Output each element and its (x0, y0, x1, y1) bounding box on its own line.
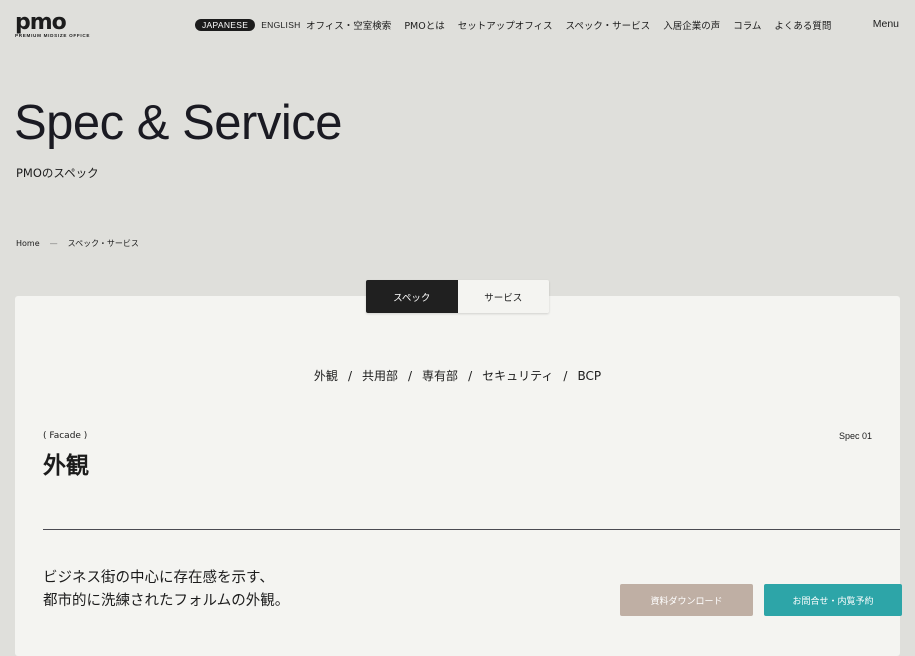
breadcrumb-current: スペック・サービス (67, 239, 139, 248)
anchor-separator: / (563, 369, 568, 383)
logo-subtitle: PREMIUM MIDSIZE OFFICE (15, 33, 91, 38)
download-materials-button[interactable]: 資料ダウンロード (620, 584, 753, 616)
page-title: Spec & Service (14, 96, 343, 150)
section-lead-line-1: ビジネス街の中心に存在感を示す、 (43, 570, 274, 586)
language-english[interactable]: ENGLISH (261, 20, 300, 30)
anchor-separator: / (468, 369, 473, 383)
menu-button[interactable]: Menu (873, 18, 899, 30)
anchor-common-area[interactable]: 共用部 (362, 367, 398, 384)
main-nav: オフィス・空室検索 PMOとは セットアップオフィス スペック・サービス 入居企… (306, 18, 831, 32)
breadcrumb-home[interactable]: Home (16, 239, 40, 248)
anchor-security[interactable]: セキュリティ (482, 367, 553, 384)
section-lead-line-2: 都市的に洗練されたフォルムの外観。 (43, 593, 290, 609)
nav-item-faq[interactable]: よくある質問 (774, 18, 831, 32)
anchor-bcp[interactable]: BCP (577, 369, 601, 383)
section-number: Spec 01 (838, 431, 872, 441)
nav-item-voices[interactable]: 入居企業の声 (663, 18, 720, 32)
section-label-en: ( Facade ) (43, 431, 88, 441)
nav-item-setup-office[interactable]: セットアップオフィス (458, 18, 553, 32)
section-anchor-nav: 外観 / 共用部 / 専有部 / セキュリティ / BCP (0, 367, 915, 384)
anchor-separator: / (347, 369, 352, 383)
breadcrumb-separator: — (49, 239, 58, 248)
nav-item-office-search[interactable]: オフィス・空室検索 (306, 18, 391, 32)
tab-spec[interactable]: スペック (366, 280, 458, 313)
tab-bar: スペック サービス (366, 280, 549, 313)
breadcrumb: Home — スペック・サービス (16, 238, 139, 249)
section-divider (43, 529, 900, 530)
language-japanese[interactable]: JAPANESE (195, 19, 256, 31)
anchor-separator: / (408, 369, 413, 383)
anchor-private-area[interactable]: 専有部 (422, 367, 458, 384)
language-switcher: JAPANESE ENGLISH (195, 19, 301, 31)
nav-item-spec-service[interactable]: スペック・サービス (566, 18, 651, 32)
logo[interactable]: pmo PREMIUM MIDSIZE OFFICE (15, 10, 105, 39)
page-subtitle: PMOのスペック (16, 166, 99, 180)
nav-item-about[interactable]: PMOとは (404, 18, 444, 32)
nav-item-column[interactable]: コラム (733, 18, 761, 32)
section-title: 外観 (43, 453, 89, 479)
section-lead: ビジネス街の中心に存在感を示す、 都市的に洗練されたフォルムの外観。 (43, 567, 289, 613)
logo-mark: pmo (15, 10, 67, 35)
tab-service[interactable]: サービス (457, 280, 549, 313)
anchor-facade[interactable]: 外観 (314, 367, 338, 384)
contact-button[interactable]: お問合せ・内覧予約 (764, 584, 902, 616)
